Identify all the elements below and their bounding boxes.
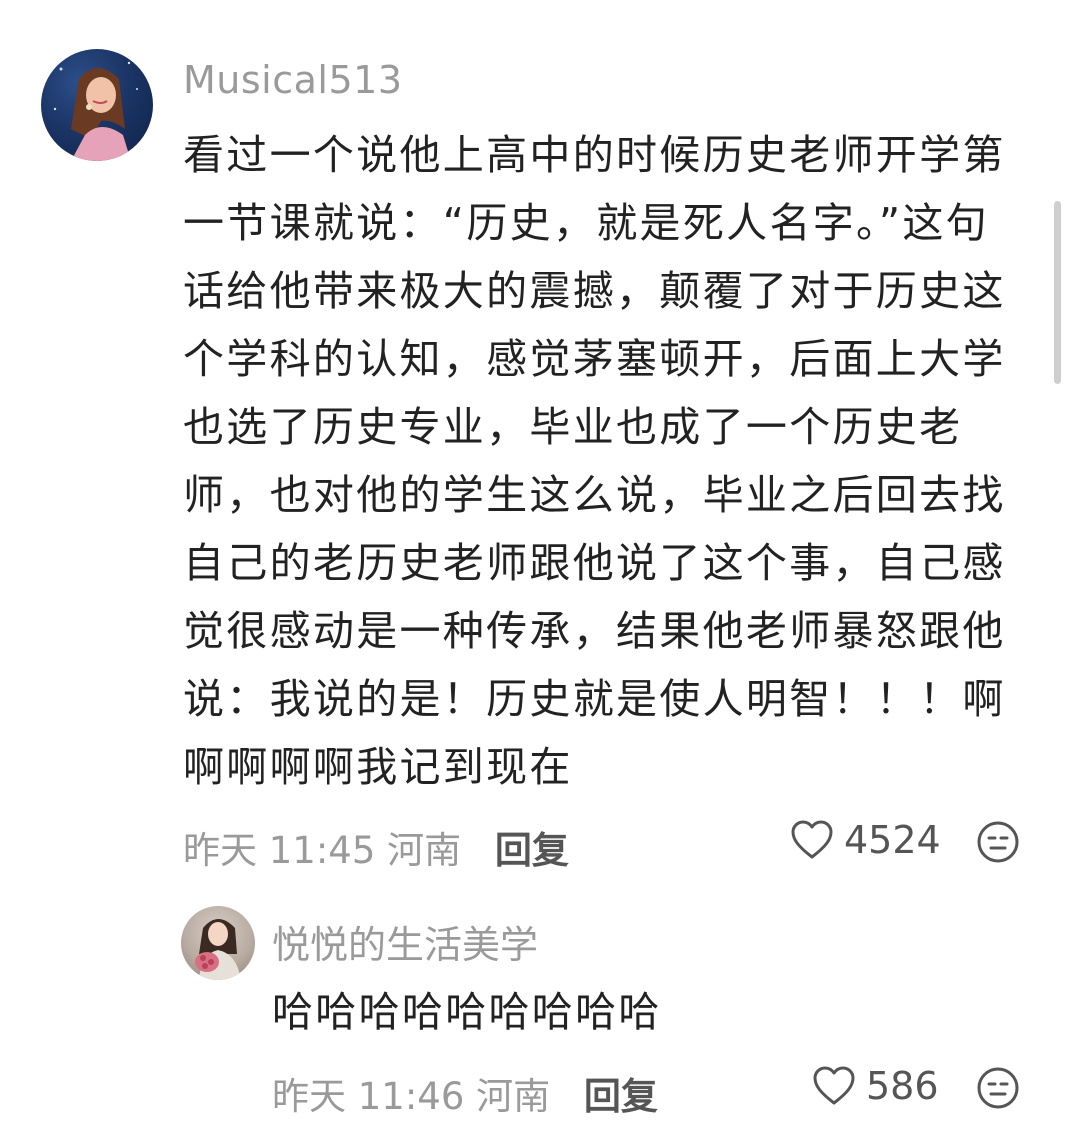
reply-button[interactable]: 回复 [495, 829, 569, 872]
username[interactable]: Musical513 [183, 58, 403, 102]
emoji-face-icon[interactable] [976, 1066, 1020, 1114]
comment-text: 哈哈哈哈哈哈哈哈哈 [272, 988, 662, 1036]
like-button[interactable]: 4524 [790, 818, 941, 862]
like-count: 4524 [844, 818, 941, 862]
comment-meta: 昨天 11:45 河南 回复 [183, 820, 569, 874]
username[interactable]: 悦悦的生活美学 [272, 914, 538, 969]
comment-time: 昨天 11:46 [272, 1075, 465, 1118]
avatar[interactable] [181, 906, 255, 980]
heart-outline-icon [813, 1066, 855, 1105]
avatar[interactable] [41, 49, 153, 161]
heart-outline-icon [791, 820, 833, 859]
comment-time: 昨天 11:45 [183, 829, 376, 872]
scrollbar[interactable] [1054, 201, 1061, 384]
comment-meta: 昨天 11:46 河南 回复 [272, 1066, 658, 1120]
comment-location: 河南 [387, 829, 462, 872]
like-count: 586 [866, 1064, 939, 1108]
comment-text: 看过一个说他上高中的时候历史老师开学第一节课就说：“历史，就是死人名字。”这句话… [183, 131, 1006, 791]
comment-location: 河南 [476, 1075, 551, 1118]
reply-button[interactable]: 回复 [584, 1075, 658, 1118]
emoji-face-icon[interactable] [976, 820, 1020, 868]
like-button[interactable]: 586 [812, 1064, 939, 1108]
